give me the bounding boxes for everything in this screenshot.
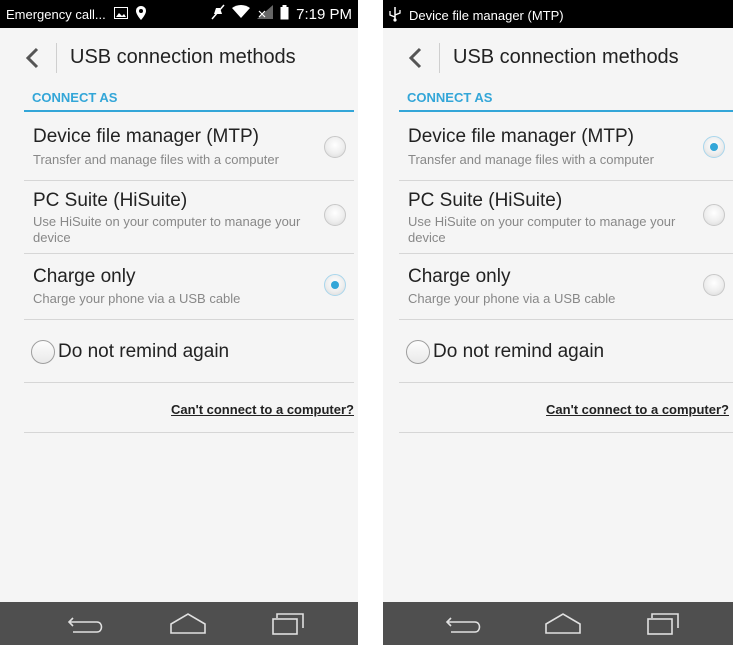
option-hisuite[interactable]: PC Suite (HiSuite) Use HiSuite on your c… — [399, 180, 733, 254]
title-divider — [439, 43, 440, 73]
option-mtp[interactable]: Device file manager (MTP) Transfer and m… — [399, 114, 733, 181]
option-subtitle: Charge your phone via a USB cable — [33, 291, 241, 306]
divider — [24, 432, 354, 433]
option-title: Charge only — [408, 266, 511, 287]
section-header-connect-as: CONNECT AS — [24, 90, 354, 112]
status-bar-left: Emergency call... — [6, 6, 146, 23]
radio-selected-dot — [331, 281, 339, 289]
chevron-left-icon — [25, 47, 39, 69]
wifi-icon — [232, 5, 251, 23]
recents-nav-button[interactable] — [263, 612, 313, 636]
do-not-remind-checkbox[interactable] — [31, 340, 55, 364]
home-nav-icon — [545, 613, 581, 634]
do-not-remind-row[interactable]: Do not remind again — [399, 322, 733, 383]
option-hisuite[interactable]: PC Suite (HiSuite) Use HiSuite on your c… — [24, 180, 354, 254]
do-not-remind-label: Do not remind again — [58, 341, 230, 362]
option-subtitle: Use HiSuite on your computer to manage y… — [408, 214, 676, 245]
status-notification-text: Emergency call... — [6, 7, 106, 22]
option-title: PC Suite (HiSuite) — [33, 190, 188, 211]
option-charge-only[interactable]: Charge only Charge your phone via a USB … — [24, 253, 354, 320]
status-time: 7:19 PM — [296, 5, 352, 23]
status-bar-left: Device file manager (MTP) — [389, 6, 564, 25]
radio-hisuite[interactable] — [703, 204, 725, 226]
navigation-bar — [383, 602, 733, 645]
title-bar: USB connection methods — [383, 28, 733, 88]
phone-screen-right: Device file manager (MTP) USB connection… — [383, 0, 733, 645]
recents-nav-icon — [647, 613, 679, 635]
home-nav-icon — [170, 613, 206, 634]
option-title: Device file manager (MTP) — [33, 126, 259, 147]
phone-screen-left: Emergency call... 7:19 PM USB connection… — [0, 0, 358, 645]
signal-icon — [257, 5, 274, 23]
recents-nav-icon — [272, 613, 304, 635]
option-charge-only[interactable]: Charge only Charge your phone via a USB … — [399, 253, 733, 320]
status-notification-text: Device file manager (MTP) — [409, 8, 564, 23]
option-mtp[interactable]: Device file manager (MTP) Transfer and m… — [24, 114, 354, 181]
title-divider — [56, 43, 57, 73]
back-nav-button[interactable] — [441, 612, 491, 636]
home-nav-button[interactable] — [163, 612, 213, 636]
option-title: Device file manager (MTP) — [408, 126, 634, 147]
recents-nav-button[interactable] — [638, 612, 688, 636]
back-nav-button[interactable] — [63, 612, 113, 636]
radio-mtp[interactable] — [703, 136, 725, 158]
chevron-left-icon — [408, 47, 422, 69]
home-nav-button[interactable] — [538, 612, 588, 636]
radio-hisuite[interactable] — [324, 204, 346, 226]
cant-connect-link[interactable]: Can't connect to a computer? — [546, 402, 729, 417]
radio-charge-only[interactable] — [703, 274, 725, 296]
cant-connect-link[interactable]: Can't connect to a computer? — [171, 402, 354, 417]
radio-charge-only[interactable] — [324, 274, 346, 296]
back-nav-icon — [445, 617, 481, 633]
do-not-remind-row[interactable]: Do not remind again — [24, 322, 354, 383]
radio-mtp[interactable] — [324, 136, 346, 158]
status-bar: Device file manager (MTP) — [383, 0, 733, 28]
page-title: USB connection methods — [453, 46, 679, 68]
status-bar-right: 7:19 PM — [211, 4, 352, 24]
usb-icon — [389, 6, 401, 25]
battery-icon — [280, 4, 289, 24]
do-not-remind-label: Do not remind again — [433, 341, 605, 362]
option-subtitle: Use HiSuite on your computer to manage y… — [33, 214, 301, 245]
option-subtitle: Transfer and manage files with a compute… — [408, 152, 654, 167]
title-bar: USB connection methods — [0, 28, 358, 88]
status-bar: Emergency call... 7:19 PM — [0, 0, 358, 28]
back-button[interactable] — [14, 42, 50, 74]
image-icon — [113, 7, 128, 22]
back-nav-icon — [67, 617, 103, 633]
option-title: Charge only — [33, 266, 136, 287]
do-not-remind-checkbox[interactable] — [406, 340, 430, 364]
option-subtitle: Transfer and manage files with a compute… — [33, 152, 279, 167]
section-header-connect-as: CONNECT AS — [399, 90, 733, 112]
mute-icon — [211, 4, 225, 24]
divider — [399, 432, 733, 433]
navigation-bar — [0, 602, 358, 645]
page-title: USB connection methods — [70, 46, 296, 68]
radio-selected-dot — [710, 143, 718, 151]
back-button[interactable] — [397, 42, 433, 74]
option-title: PC Suite (HiSuite) — [408, 190, 563, 211]
location-pin-icon — [135, 6, 146, 23]
option-subtitle: Charge your phone via a USB cable — [408, 291, 616, 306]
